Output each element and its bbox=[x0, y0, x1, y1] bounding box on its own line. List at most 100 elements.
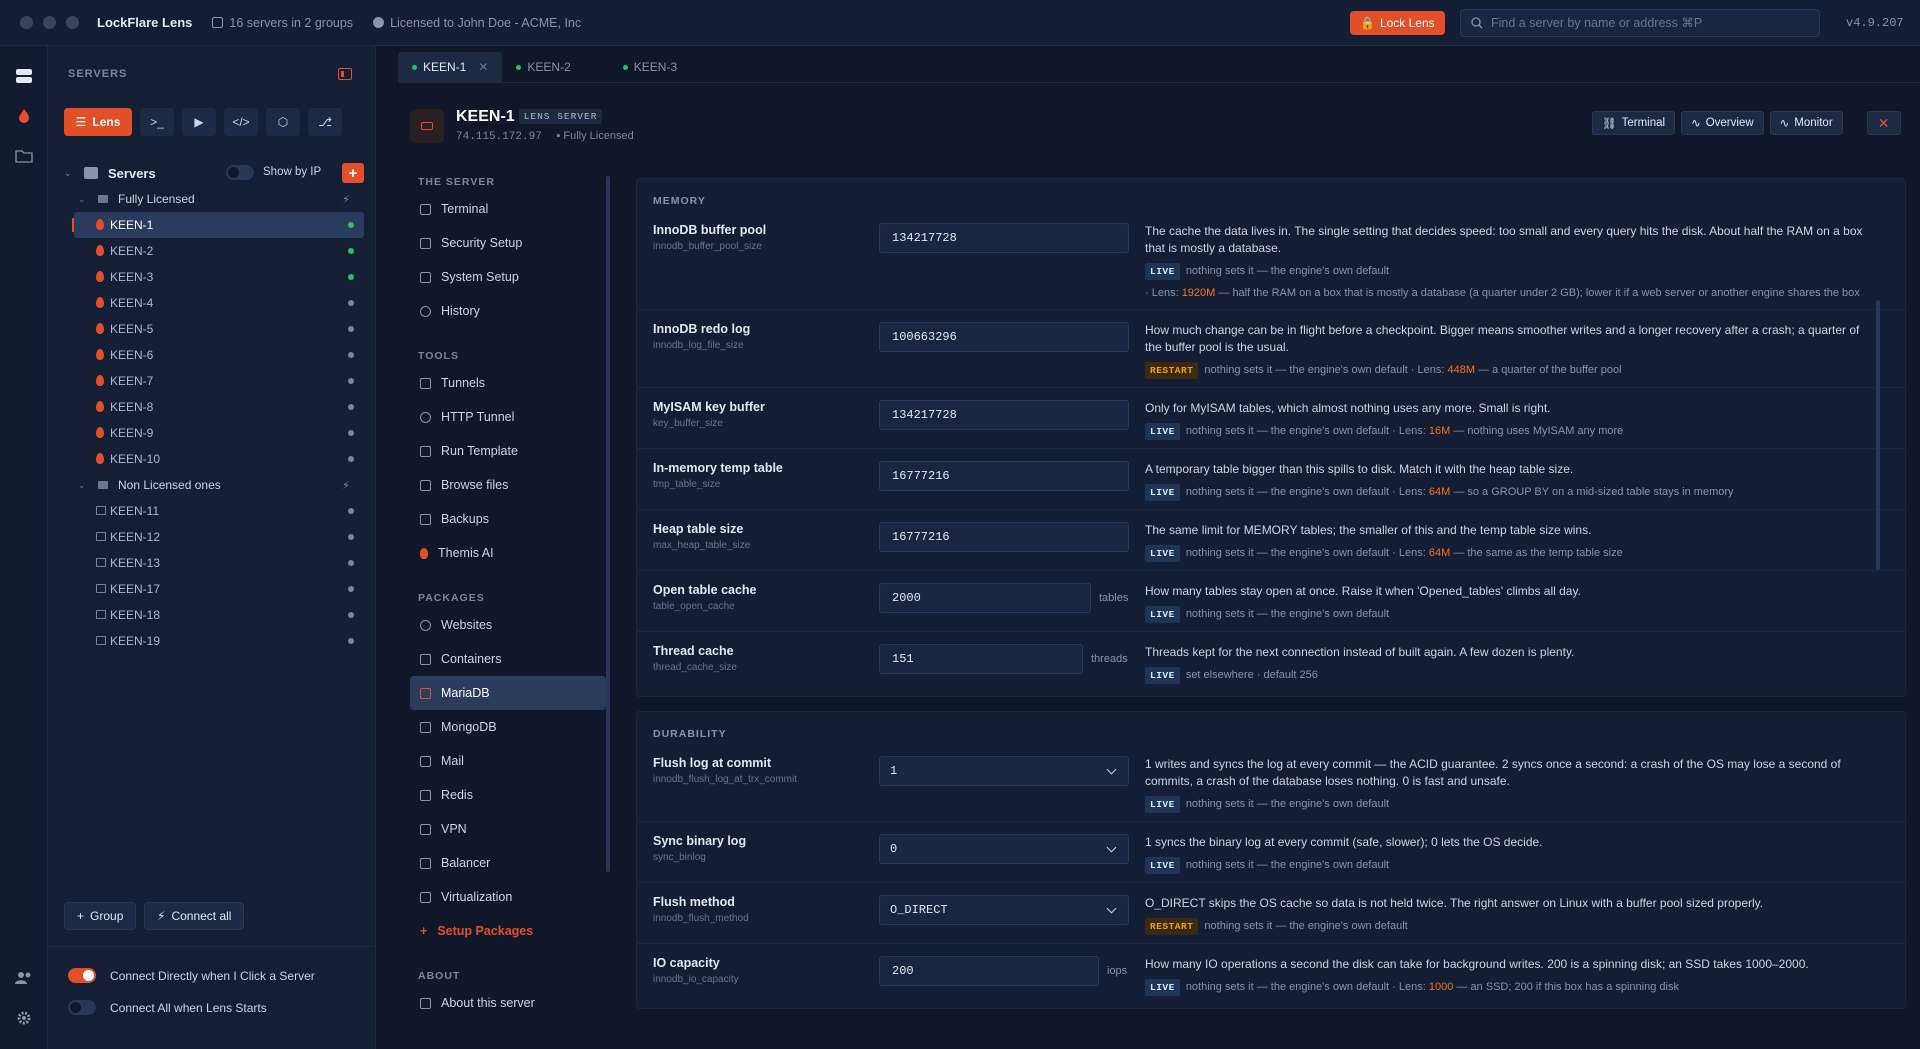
lock-icon: 🔒 bbox=[1360, 16, 1375, 30]
server-item[interactable]: KEEN-10 bbox=[60, 446, 364, 472]
nav-browse-files[interactable]: Browse files bbox=[410, 468, 606, 502]
heap-table-input[interactable] bbox=[879, 522, 1129, 552]
lens-rail-button[interactable] bbox=[0, 96, 48, 136]
users-rail-button[interactable] bbox=[0, 958, 48, 998]
nav-security-setup[interactable]: Security Setup bbox=[410, 226, 606, 260]
disconnect-button[interactable]: ✕ bbox=[1866, 111, 1901, 135]
settings-rail-button[interactable] bbox=[0, 998, 48, 1038]
tab-keen-1[interactable]: KEEN-1 ✕ bbox=[398, 52, 503, 82]
lens-tool-button[interactable]: ☰ Lens bbox=[64, 108, 132, 136]
terminal-button[interactable]: ⛓ Terminal bbox=[1592, 111, 1676, 135]
tmp-table-input[interactable] bbox=[879, 461, 1129, 491]
nav-setup-packages[interactable]: + Setup Packages bbox=[410, 914, 606, 948]
nav-vpn[interactable]: VPN bbox=[410, 812, 606, 846]
nav-terminal[interactable]: Terminal bbox=[410, 192, 606, 226]
server-item[interactable]: KEEN-11 bbox=[60, 498, 364, 524]
pulse-icon: ∿ bbox=[1691, 118, 1701, 130]
close-icon[interactable]: ✕ bbox=[478, 60, 488, 74]
servers-rail-button[interactable] bbox=[0, 56, 48, 96]
server-item[interactable]: KEEN-7 bbox=[60, 368, 364, 394]
nav-mail[interactable]: Mail bbox=[410, 744, 606, 778]
key-buffer-input[interactable] bbox=[879, 400, 1129, 430]
code-tool-button[interactable]: </> bbox=[224, 108, 258, 136]
nav-virtualization[interactable]: Virtualization bbox=[410, 880, 606, 914]
nav-scrollbar[interactable] bbox=[606, 176, 610, 872]
server-stack-icon: ☰ bbox=[75, 115, 87, 129]
close-window-button[interactable] bbox=[20, 16, 33, 29]
add-server-button[interactable]: + bbox=[342, 163, 364, 183]
server-item[interactable]: KEEN-8 bbox=[60, 394, 364, 420]
status-dot bbox=[348, 560, 354, 566]
section-title: MEMORY bbox=[653, 195, 706, 207]
content-scrollbar[interactable] bbox=[1876, 300, 1880, 570]
lock-icon bbox=[98, 481, 108, 489]
nav-containers[interactable]: Containers bbox=[410, 642, 606, 676]
network-tool-button[interactable]: ⎇ bbox=[308, 108, 342, 136]
package-tool-button[interactable]: ⬡ bbox=[266, 108, 300, 136]
server-item[interactable]: KEEN-9 bbox=[60, 420, 364, 446]
server-item[interactable]: KEEN-1 bbox=[72, 212, 364, 238]
server-item[interactable]: KEEN-13 bbox=[60, 550, 364, 576]
show-by-ip-toggle[interactable] bbox=[226, 165, 254, 180]
maximize-window-button[interactable] bbox=[66, 16, 79, 29]
nav-themis-ai[interactable]: Themis AI bbox=[410, 536, 606, 570]
add-group-button[interactable]: + Group bbox=[64, 902, 137, 930]
nav-backups[interactable]: Backups bbox=[410, 502, 606, 536]
lightning-icon[interactable]: ⚡ bbox=[342, 193, 350, 206]
nav-redis[interactable]: Redis bbox=[410, 778, 606, 812]
minimize-window-button[interactable] bbox=[43, 16, 56, 29]
server-item[interactable]: KEEN-3 bbox=[60, 264, 364, 290]
server-item[interactable]: KEEN-17 bbox=[60, 576, 364, 602]
nav-mariadb[interactable]: MariaDB bbox=[410, 676, 606, 710]
restart-badge: RESTART bbox=[1145, 918, 1199, 935]
flame-icon bbox=[96, 375, 104, 386]
server-item[interactable]: KEEN-5 bbox=[60, 316, 364, 342]
table-cache-input[interactable] bbox=[879, 583, 1091, 613]
server-item[interactable]: KEEN-18 bbox=[60, 602, 364, 628]
lock-lens-button[interactable]: 🔒 Lock Lens bbox=[1350, 11, 1445, 35]
collapse-sidebar-icon[interactable] bbox=[338, 68, 352, 80]
network-icon: ⎇ bbox=[318, 115, 332, 129]
shield-icon bbox=[420, 237, 431, 249]
flush-log-select[interactable]: 1 bbox=[879, 756, 1129, 786]
search-input[interactable] bbox=[1491, 16, 1811, 30]
nav-system-setup[interactable]: System Setup bbox=[410, 260, 606, 294]
thread-cache-input[interactable] bbox=[879, 644, 1083, 674]
flush-method-select[interactable]: O_DIRECT bbox=[879, 895, 1129, 925]
tab-keen-2[interactable]: KEEN-2 bbox=[502, 52, 584, 82]
server-item[interactable]: KEEN-6 bbox=[60, 342, 364, 368]
tab-keen-3[interactable]: KEEN-3 bbox=[609, 52, 691, 82]
server-item[interactable]: KEEN-12 bbox=[60, 524, 364, 550]
terminal-tool-button[interactable]: >_ bbox=[140, 108, 174, 136]
nav-http-tunnel[interactable]: HTTP Tunnel bbox=[410, 400, 606, 434]
buffer-pool-input[interactable] bbox=[879, 223, 1129, 253]
nav-about[interactable]: About this server bbox=[410, 986, 606, 1020]
io-capacity-input[interactable] bbox=[879, 956, 1099, 986]
nav-history[interactable]: History bbox=[410, 294, 606, 328]
live-badge: LIVE bbox=[1145, 545, 1180, 562]
nav-websites[interactable]: Websites bbox=[410, 608, 606, 642]
server-item[interactable]: KEEN-4 bbox=[60, 290, 364, 316]
connect-all-toggle[interactable] bbox=[68, 1000, 96, 1015]
terminal-icon bbox=[96, 610, 106, 619]
redo-log-input[interactable] bbox=[879, 322, 1129, 352]
group-fully-licensed[interactable]: ⌄ Fully Licensed ⚡ bbox=[60, 186, 364, 212]
server-stack-icon bbox=[16, 69, 32, 83]
nav-run-template[interactable]: Run Template bbox=[410, 434, 606, 468]
nav-balancer[interactable]: Balancer bbox=[410, 846, 606, 880]
servers-root[interactable]: ⌄ Servers Show by IP + bbox=[60, 160, 364, 186]
server-search[interactable] bbox=[1460, 9, 1820, 37]
group-non-licensed[interactable]: ⌄ Non Licensed ones ⚡ bbox=[60, 472, 364, 498]
run-tool-button[interactable]: ▶ bbox=[182, 108, 216, 136]
files-rail-button[interactable] bbox=[0, 136, 48, 176]
server-item[interactable]: KEEN-2 bbox=[60, 238, 364, 264]
server-item[interactable]: KEEN-19 bbox=[60, 628, 364, 654]
sync-binlog-select[interactable]: 0 bbox=[879, 834, 1129, 864]
connect-all-button[interactable]: ⚡ Connect all bbox=[144, 902, 245, 930]
nav-tunnels[interactable]: Tunnels bbox=[410, 366, 606, 400]
monitor-button[interactable]: ∿ Monitor bbox=[1769, 111, 1843, 135]
overview-button[interactable]: ∿ Overview bbox=[1681, 111, 1764, 135]
lightning-icon[interactable]: ⚡ bbox=[342, 479, 350, 492]
connect-direct-toggle[interactable] bbox=[68, 968, 96, 983]
nav-mongodb[interactable]: MongoDB bbox=[410, 710, 606, 744]
